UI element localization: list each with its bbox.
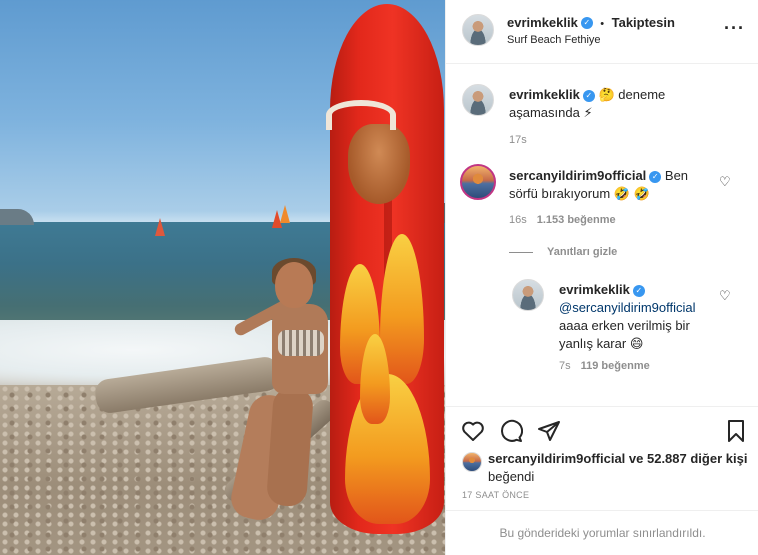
verified-badge-icon: ✓ [649,170,662,183]
author-username[interactable]: evrimkeklik [507,15,578,30]
island [0,209,34,225]
location-link[interactable]: Surf Beach Fethiye [507,34,601,46]
person-head [275,262,313,308]
comment-icon[interactable] [498,418,524,444]
comment-meta: 16s 1.153 beğenme [509,214,616,226]
laughing-emoji-icon: 🤣 [633,186,650,201]
comment: sercanyildirim9official ✓ Ben sörfü bırak… [509,167,709,203]
bookmark-icon[interactable] [723,418,749,444]
action-bar [446,412,758,452]
person-swimsuit [278,330,324,356]
comment-like-heart-icon[interactable]: ♡ [719,174,731,190]
comment-time: 16s [509,214,527,226]
verified-badge-icon: ✓ [582,89,595,102]
more-horizontal-icon[interactable]: ··· [724,18,745,39]
person-leg [265,386,315,508]
bull-skull-graphic [348,124,410,204]
thinking-emoji-icon: 🤔 [598,87,615,102]
reply-mention[interactable]: @sercanyildirim9official [559,300,696,315]
verified-badge-icon: ✓ [580,16,593,29]
post-sidebar: evrimkeklik ✓ • Takiptesin Surf Beach Fet… [445,0,758,555]
windsurf-sail [280,205,290,223]
comment-username[interactable]: evrimkeklik [509,87,580,102]
comments-restricted-notice: Bu gönderideki yorumlar sınırlandırıldı. [446,510,758,555]
liked-by: sercanyildirim9official ve 52.887 diğer … [462,450,752,486]
reply-avatar[interactable] [512,279,544,311]
lightning-emoji-icon: ⚡ [583,105,593,120]
liked-by-username[interactable]: sercanyildirim9official [488,451,625,466]
liked-by-text: sercanyildirim9official ve 52.887 diğer … [462,450,752,486]
comment-time: 17s [509,134,527,146]
reply-likes[interactable]: 119 beğenme [581,360,650,372]
reply-comment: evrimkeklik ✓ @sercanyildirim9official aa… [559,281,709,353]
liked-by-avatar[interactable] [462,452,482,472]
heart-icon[interactable] [460,418,486,444]
windsurf-sail [155,218,165,236]
caption-comment: evrimkeklik ✓ 🤔 deneme aşamasında ⚡ [509,86,714,122]
liked-by-suffix: beğendi [488,469,535,484]
bull-horns-graphic [326,100,396,130]
liked-by-rest[interactable]: ve 52.887 diğer kişi [629,451,748,466]
header-title: evrimkeklik ✓ • Takiptesin [507,14,675,32]
hide-replies-button[interactable]: Yanıtları gizle [509,246,617,258]
post-timestamp[interactable]: 17 SAAT ÖNCE [462,490,529,500]
post-photo[interactable] [0,0,445,555]
comment-likes[interactable]: 1.153 beğenme [537,214,616,226]
separator-dot: • [600,18,605,30]
send-icon[interactable] [536,418,562,444]
reply-like-heart-icon[interactable]: ♡ [719,288,731,304]
smile-emoji-icon: 😄 [629,336,644,351]
reply-username[interactable]: evrimkeklik [559,282,630,297]
surfboard [330,4,444,534]
post-header: evrimkeklik ✓ • Takiptesin Surf Beach Fet… [446,0,758,64]
laughing-emoji-icon: 🤣 [613,186,630,201]
actions-divider [446,406,758,407]
comment-avatar[interactable] [462,84,494,116]
reply-meta: 7s 119 beğenme [559,360,650,372]
reply-text: aaaa erken verilmiş bir yanlış karar [559,318,690,351]
follow-status[interactable]: Takiptesin [612,15,675,30]
comment-username[interactable]: sercanyildirim9official [509,168,646,183]
reply-time: 7s [559,360,571,372]
author-avatar[interactable] [462,14,494,46]
verified-badge-icon: ✓ [632,284,645,297]
comment-avatar[interactable] [460,164,496,200]
